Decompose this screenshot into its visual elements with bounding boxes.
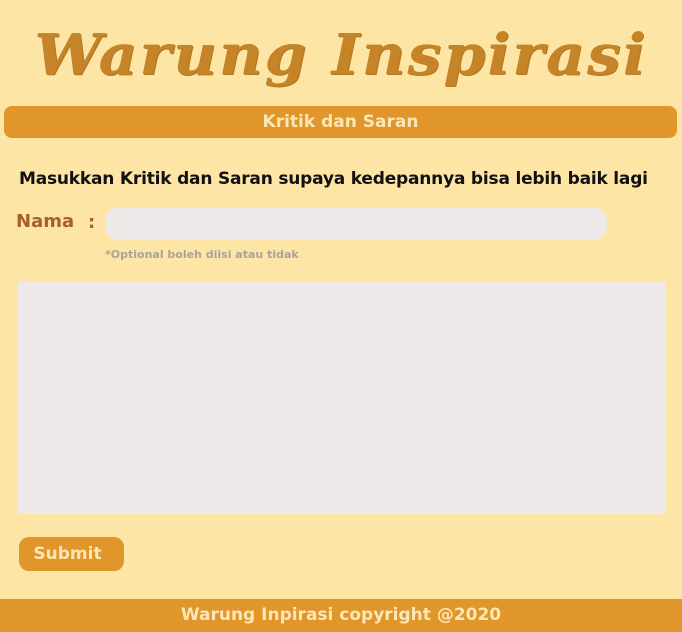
name-optional-hint: *Optional boleh diisi atau tidak: [105, 248, 299, 261]
name-label-colon: :: [88, 212, 96, 233]
form-instruction: Masukkan Kritik dan Saran supaya kedepan…: [19, 169, 648, 189]
section-header-bar: Kritik dan Saran: [4, 106, 677, 138]
submit-button[interactable]: Submit: [19, 537, 124, 571]
name-label: Nama: [16, 211, 75, 232]
footer-copyright: Warung Inpirasi copyright @2020: [180, 605, 502, 625]
feedback-message-textarea[interactable]: [18, 282, 666, 514]
name-input[interactable]: [105, 207, 607, 240]
section-title: Kritik dan Saran: [262, 111, 419, 132]
site-title: Warung Inspirasi: [34, 22, 648, 88]
footer-bar: Warung Inpirasi copyright @2020: [0, 599, 682, 632]
